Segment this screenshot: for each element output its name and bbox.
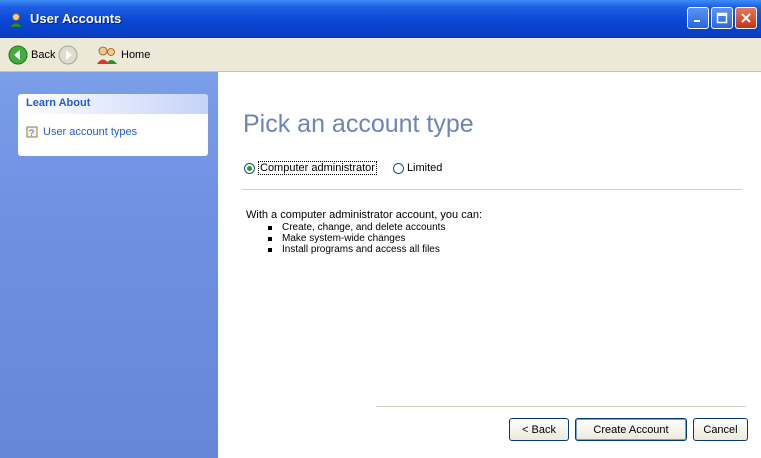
maximize-icon [716,12,728,24]
list-item: Install programs and access all files [266,244,445,255]
back-arrow-icon [8,45,28,65]
radio-selected-indicator[interactable] [244,162,255,174]
learn-about-header: Learn About [18,94,208,114]
create-account-button[interactable]: Create Account [575,418,687,441]
learn-about-box: Learn About ? User account types [18,94,208,156]
divider [242,189,742,190]
home-button[interactable]: Home [96,44,150,66]
back-wizard-button[interactable]: < Back [509,418,569,441]
user-accounts-icon [9,13,23,28]
sidebar-item-user-account-types[interactable]: ? User account types [26,126,137,138]
home-label: Home [121,49,151,61]
forward-arrow-icon [58,45,78,65]
toolbar: Back Home [0,38,761,72]
close-button[interactable] [735,7,757,29]
account-description: With a computer administrator account, y… [246,209,482,221]
list-item: Create, change, and delete accounts [266,222,445,233]
radio-limited[interactable]: Limited [392,162,443,174]
page-title: Pick an account type [243,110,474,138]
help-topic-icon: ? [26,126,38,138]
minimize-button[interactable] [687,7,709,29]
radio-label: Computer administrator [258,161,377,175]
svg-text:?: ? [29,128,34,138]
sidebar-item-label: User account types [43,126,138,138]
radio-unselected-indicator[interactable] [392,162,404,174]
main-panel: Pick an account type Computer administra… [218,72,761,458]
capability-list: Create, change, and delete accounts Make… [266,222,445,255]
account-type-group: Computer administrator Limited [244,161,458,175]
maximize-button[interactable] [711,7,733,29]
home-users-icon [97,46,117,64]
task-pane: Learn About ? User account types [0,72,218,458]
back-button[interactable]: Back [8,44,55,66]
minimize-icon [694,20,700,22]
back-label: Back [31,49,56,61]
divider [376,406,746,407]
cancel-button[interactable]: Cancel [693,418,748,441]
radio-label: Limited [406,162,443,174]
window-title: User Accounts [30,11,122,26]
close-icon [741,13,751,23]
radio-computer-administrator[interactable]: Computer administrator [244,161,377,175]
title-bar: User Accounts [0,0,761,38]
forward-button[interactable] [58,44,78,66]
list-item: Make system-wide changes [266,233,445,244]
